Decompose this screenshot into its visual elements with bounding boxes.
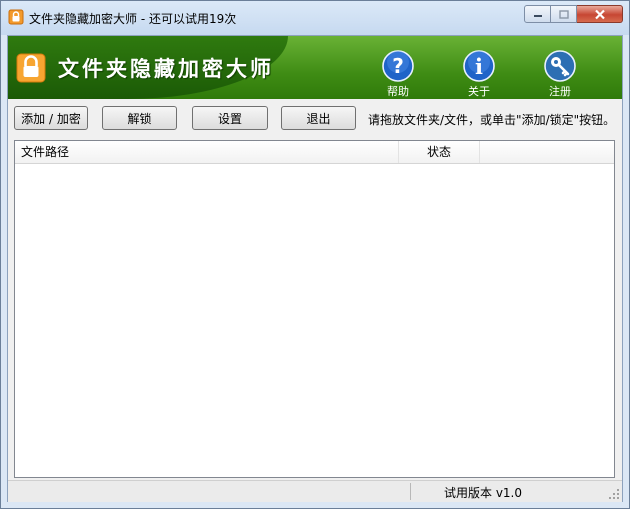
status-bar: 试用版本 v1.0 bbox=[8, 480, 622, 502]
status-divider bbox=[410, 483, 411, 500]
window-controls bbox=[524, 5, 623, 25]
close-button[interactable] bbox=[577, 5, 623, 23]
window-title: 文件夹隐藏加密大师 - 还可以试用19次 bbox=[29, 12, 237, 26]
list-header: 文件路径 状态 bbox=[15, 141, 614, 164]
about-button[interactable]: i 关于 bbox=[454, 50, 504, 98]
help-icon: ? bbox=[382, 50, 414, 82]
app-name: 文件夹隐藏加密大师 bbox=[58, 56, 274, 81]
register-button[interactable]: 注册 bbox=[535, 50, 585, 98]
header-banner: 文件夹隐藏加密大师 ? 帮助 i 关于 注册 bbox=[8, 36, 622, 99]
add-encrypt-button[interactable]: 添加 / 加密 bbox=[14, 106, 88, 130]
register-label: 注册 bbox=[549, 85, 571, 98]
resize-grip-icon[interactable] bbox=[608, 488, 620, 500]
drag-drop-hint: 请拖放文件夹/文件，或单击"添加/锁定"按钮。 bbox=[368, 113, 616, 127]
maximize-icon bbox=[558, 9, 569, 19]
minimize-button[interactable] bbox=[524, 5, 551, 23]
svg-text:?: ? bbox=[392, 54, 404, 78]
exit-button[interactable]: 退出 bbox=[281, 106, 356, 130]
toolbar: 添加 / 加密 解锁 设置 退出 请拖放文件夹/文件，或单击"添加/锁定"按钮。 bbox=[8, 99, 622, 137]
info-icon: i bbox=[463, 50, 495, 82]
key-icon bbox=[544, 50, 576, 82]
close-icon bbox=[594, 9, 605, 19]
unlock-button[interactable]: 解锁 bbox=[102, 106, 177, 130]
lock-logo-icon bbox=[16, 53, 46, 83]
help-button[interactable]: ? 帮助 bbox=[373, 50, 423, 98]
svg-text:i: i bbox=[475, 54, 483, 79]
file-list[interactable]: 文件路径 状态 bbox=[14, 140, 615, 478]
column-header-status[interactable]: 状态 bbox=[399, 141, 480, 163]
column-header-path[interactable]: 文件路径 bbox=[15, 141, 399, 163]
app-window: 文件夹隐藏加密大师 - 还可以试用19次 文件夹隐藏加密大师 ? 帮助 i 关于… bbox=[0, 0, 630, 509]
lock-app-icon bbox=[8, 9, 24, 25]
about-label: 关于 bbox=[468, 85, 490, 98]
client-area: 文件夹隐藏加密大师 ? 帮助 i 关于 注册 添加 / 加密 解锁 设置 退出 … bbox=[7, 35, 623, 502]
maximize-button[interactable] bbox=[551, 5, 577, 23]
title-bar[interactable]: 文件夹隐藏加密大师 - 还可以试用19次 bbox=[1, 1, 629, 35]
version-text: 试用版本 v1.0 bbox=[444, 486, 523, 500]
help-label: 帮助 bbox=[387, 85, 409, 98]
settings-button[interactable]: 设置 bbox=[192, 106, 268, 130]
minimize-icon bbox=[533, 15, 542, 17]
